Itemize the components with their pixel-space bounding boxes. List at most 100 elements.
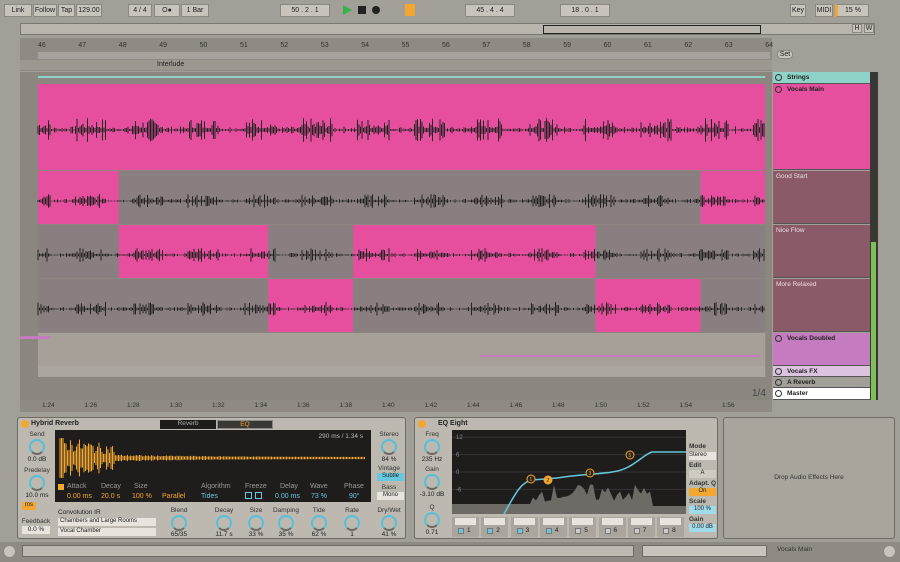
track-header-vocals-doubled[interactable]: Vocals Doubled	[773, 333, 870, 366]
link-button[interactable]: Link	[4, 4, 32, 17]
collapse-icon[interactable]	[884, 546, 895, 557]
filter-type-dropdown[interactable]	[542, 518, 564, 525]
device-on-icon[interactable]	[418, 420, 426, 428]
device-drop-zone[interactable]: Drop Audio Effects Here	[723, 417, 895, 539]
band-toggle[interactable]	[663, 528, 670, 534]
vintage-dropdown[interactable]: Subtle	[377, 473, 404, 481]
ir-dropdown[interactable]: Vocal Chamber	[58, 528, 156, 536]
output-gain-field[interactable]: 0.00 dB	[689, 524, 716, 532]
band-toggle[interactable]	[633, 528, 640, 534]
adaptq-toggle[interactable]: On	[689, 488, 716, 496]
band-toggle[interactable]	[516, 528, 523, 534]
loop-start-field[interactable]: 45 . 4 . 4	[465, 4, 515, 17]
band-toggle[interactable]	[604, 528, 611, 534]
attack-toggle[interactable]	[58, 484, 64, 490]
rate-knob[interactable]	[344, 515, 360, 531]
position-field[interactable]: 50 . 2 . 1	[280, 4, 330, 17]
filter-type-dropdown[interactable]	[513, 518, 535, 525]
track-icon[interactable]	[775, 335, 782, 342]
track-header-good-start[interactable]: Good Start	[773, 171, 870, 224]
vocals-fx-clip[interactable]	[38, 366, 766, 377]
loop-brace[interactable]	[38, 52, 770, 59]
device-on-icon[interactable]	[21, 420, 29, 428]
freeze-button[interactable]	[245, 492, 252, 499]
drywet-knob[interactable]	[381, 515, 397, 531]
active-take-region[interactable]	[268, 279, 354, 332]
stereo-knob[interactable]	[381, 439, 397, 455]
time-signature-field[interactable]: 4 / 4	[128, 4, 152, 17]
tab-eq[interactable]: EQ	[217, 420, 273, 429]
filter-type-dropdown[interactable]	[572, 518, 594, 525]
size-value[interactable]: 100 %	[132, 493, 152, 500]
track-header-vocals-fx[interactable]: Vocals FX	[773, 366, 870, 377]
stop-icon[interactable]	[358, 6, 366, 14]
algorithm-dropdown[interactable]: Tides	[201, 493, 218, 500]
tap-button[interactable]: Tap	[58, 4, 75, 17]
expand-icon[interactable]	[4, 546, 15, 557]
beat-time-ruler[interactable]: Interlude 46 47 48 49 50 51 52 53 54 55 56 57 58 59 60…	[20, 38, 773, 71]
track-icon[interactable]	[775, 74, 782, 81]
send-knob[interactable]	[29, 439, 45, 455]
ms-button[interactable]: ms	[22, 502, 36, 510]
k_decay-knob[interactable]	[216, 515, 232, 531]
gain-knob[interactable]	[424, 474, 440, 490]
metronome-button[interactable]: O●	[154, 4, 180, 17]
tide-knob[interactable]	[311, 515, 327, 531]
track-header-nice-flow[interactable]: Nice Flow	[773, 225, 870, 278]
damping-knob[interactable]	[278, 515, 294, 531]
feedback-field[interactable]: 0.0 %	[22, 526, 50, 534]
tab-reverb[interactable]: Reverb	[160, 420, 216, 429]
band-toggle[interactable]	[575, 528, 582, 534]
filter-type-dropdown[interactable]	[601, 518, 623, 525]
delay-value[interactable]: 0.00 ms	[275, 493, 300, 500]
band-toggle[interactable]	[545, 528, 552, 534]
record-icon[interactable]	[372, 6, 380, 14]
arrangement-overview[interactable]: H W	[20, 23, 875, 35]
filter-type-dropdown[interactable]	[455, 518, 476, 525]
vocals-doubled-note[interactable]	[20, 336, 50, 339]
eq-display[interactable]: 1260-6-121001k10k1235	[452, 430, 686, 515]
attack-value[interactable]: 0.00 ms	[67, 493, 92, 500]
track-header-vocals-main[interactable]: Vocals Main	[773, 84, 870, 170]
wave-value[interactable]: 73 %	[311, 493, 327, 500]
overview-h-button[interactable]: H	[852, 24, 862, 33]
decay-value[interactable]: 20.0 s	[101, 493, 120, 500]
phase-value[interactable]: 90°	[349, 493, 360, 500]
routing-dropdown[interactable]: Parallel	[162, 493, 185, 500]
filter-type-dropdown[interactable]	[630, 518, 652, 525]
quantize-dropdown[interactable]: 1 Bar	[181, 4, 209, 17]
key-map-button[interactable]: Key	[790, 4, 806, 17]
edit-button[interactable]: A	[689, 470, 716, 478]
track-header-more-relaxed[interactable]: More Relaxed	[773, 279, 870, 332]
midi-map-button[interactable]: MIDI	[815, 4, 833, 17]
arrangement-clips[interactable]	[20, 72, 772, 400]
band-toggle[interactable]	[487, 528, 494, 534]
mode-dropdown[interactable]: Stereo	[689, 452, 716, 460]
band-toggle[interactable]	[458, 528, 464, 534]
follow-button[interactable]: Follow	[33, 4, 57, 17]
freq-knob[interactable]	[424, 439, 440, 455]
set-locator-button[interactable]: Set	[777, 50, 793, 59]
blend-knob[interactable]	[171, 515, 187, 531]
track-icon[interactable]	[775, 368, 782, 375]
active-take-region[interactable]	[700, 171, 766, 224]
vocals-doubled-clip[interactable]	[38, 333, 766, 366]
track-header-master[interactable]: Master	[773, 388, 870, 400]
automation-arm-icon[interactable]	[405, 4, 415, 16]
track-icon[interactable]	[775, 390, 782, 397]
ir-category-dropdown[interactable]: Chambers and Large Rooms	[58, 518, 156, 526]
q-knob[interactable]	[424, 512, 440, 528]
fold-icon[interactable]	[775, 86, 782, 93]
bass-mono-button[interactable]: Mono	[377, 492, 404, 500]
loop-length-field[interactable]: 18 . 0 . 1	[560, 4, 610, 17]
k_size-knob[interactable]	[248, 515, 264, 531]
track-header-strings[interactable]: Strings	[773, 72, 870, 84]
arrangement-view[interactable]	[20, 72, 772, 400]
play-icon[interactable]	[343, 5, 352, 15]
predelay-knob[interactable]	[29, 475, 45, 491]
track-icon[interactable]	[775, 379, 782, 386]
scale-field[interactable]: 100 %	[689, 506, 716, 514]
track-header-a-reverb[interactable]: A Reverb	[773, 377, 870, 388]
filter-type-dropdown[interactable]	[484, 518, 506, 525]
tempo-field[interactable]: 129.00	[76, 4, 102, 17]
